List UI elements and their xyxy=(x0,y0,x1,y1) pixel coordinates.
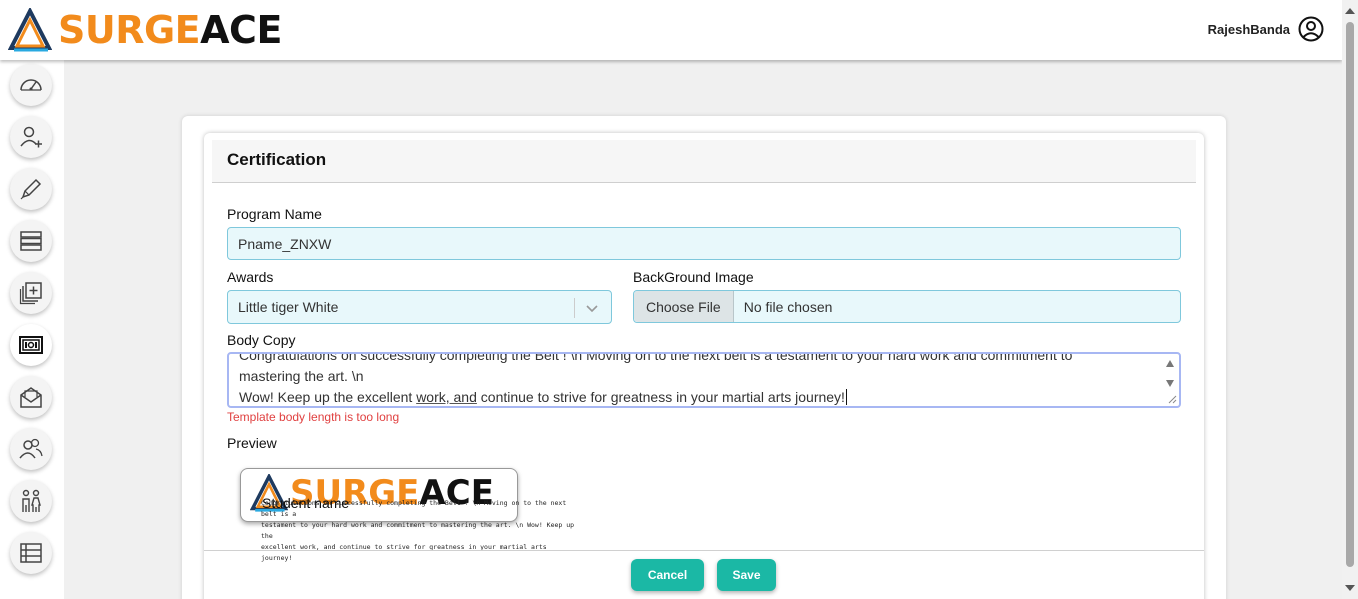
program-name-input[interactable]: Pname_ZNXW xyxy=(227,227,1181,260)
page-scrollbar[interactable] xyxy=(1342,0,1358,599)
brand-name-surge: SURGE xyxy=(58,8,201,52)
certificate-icon xyxy=(19,336,43,354)
program-name-value: Pname_ZNXW xyxy=(238,235,332,252)
mail-icon xyxy=(20,387,42,408)
sidebar-item-dashboard[interactable] xyxy=(10,64,52,106)
preview-body-line: excellent work, and continue to strive f… xyxy=(261,543,547,562)
body-copy-textarea[interactable]: Congratulations on successfully completi… xyxy=(227,352,1181,408)
add-copy-icon xyxy=(19,282,42,305)
scroll-down-icon[interactable] xyxy=(1166,380,1174,387)
brand-name: SURGEACE xyxy=(58,11,282,49)
family-icon xyxy=(22,489,41,512)
surgeace-logo[interactable]: SURGEACE xyxy=(8,8,282,52)
body-copy-line: Wow! Keep up the excellent work, and con… xyxy=(239,387,1159,406)
sidebar-item-add-user[interactable] xyxy=(10,116,52,158)
chevron-down-icon[interactable] xyxy=(585,301,599,315)
add-user-icon xyxy=(20,126,42,148)
card-header: Certification xyxy=(212,140,1196,183)
sidebar-item-certification[interactable] xyxy=(10,324,52,366)
file-status: No file chosen xyxy=(743,298,833,315)
dashboard-gauge-icon xyxy=(20,79,42,91)
text-cursor xyxy=(845,389,847,405)
select-divider xyxy=(574,298,575,318)
scroll-up-icon[interactable] xyxy=(1166,360,1174,367)
scroll-down-icon[interactable] xyxy=(1345,585,1355,591)
cancel-button[interactable]: Cancel xyxy=(631,559,704,591)
sidebar-item-add-copy[interactable] xyxy=(10,272,52,314)
body-copy-line: mastering the art. \n xyxy=(239,368,364,384)
awards-label: Awards xyxy=(227,269,274,285)
user-name: RajeshBanda xyxy=(1207,21,1290,37)
scroll-thumb[interactable] xyxy=(1346,22,1354,567)
body-copy-text: Wow! Keep up the excellent xyxy=(239,389,417,405)
choose-file-button[interactable]: Choose File xyxy=(634,291,734,322)
sidebar-item-list[interactable] xyxy=(10,220,52,262)
sidebar-item-mail[interactable] xyxy=(10,376,52,418)
logo-triangle-icon xyxy=(8,8,52,52)
body-length-error: Template body length is too long xyxy=(227,410,400,424)
sidebar xyxy=(0,60,64,599)
app-header: SURGEACE RajeshBanda xyxy=(0,0,1342,60)
save-button[interactable]: Save xyxy=(717,559,776,591)
list-rows-icon xyxy=(20,231,42,251)
sidebar-item-users[interactable] xyxy=(10,428,52,470)
body-copy-label: Body Copy xyxy=(227,332,296,348)
user-menu[interactable]: RajeshBanda xyxy=(1208,16,1324,42)
pen-icon xyxy=(20,178,42,200)
user-circle-icon[interactable] xyxy=(1298,16,1324,42)
program-name-label: Program Name xyxy=(227,206,322,222)
background-image-input[interactable]: Choose File No file chosen xyxy=(633,290,1181,323)
sidebar-item-family[interactable] xyxy=(10,480,52,522)
page-title: Certification xyxy=(227,150,327,169)
resize-handle-icon[interactable] xyxy=(1167,394,1177,404)
scroll-up-icon[interactable] xyxy=(1345,8,1355,14)
spellcheck-word: work, and xyxy=(416,389,477,405)
sidebar-item-table[interactable] xyxy=(10,532,52,574)
body-copy-text: continue to strive for greatness in your… xyxy=(476,389,845,405)
preview-label: Preview xyxy=(227,435,277,451)
brand-name-ace: ACE xyxy=(200,8,282,52)
awards-select[interactable]: Little tiger White xyxy=(227,290,612,324)
body-copy-line: Congratulations on successfully completi… xyxy=(239,352,1073,363)
preview-body-line: testament to your hard work and commitme… xyxy=(261,521,575,540)
background-image-label: BackGround Image xyxy=(633,269,754,285)
table-icon xyxy=(20,543,42,563)
sidebar-item-edit[interactable] xyxy=(10,168,52,210)
footer-divider xyxy=(204,550,1204,551)
awards-value: Little tiger White xyxy=(238,299,339,315)
preview-student-name: Student name xyxy=(262,495,350,511)
users-icon xyxy=(19,438,43,459)
